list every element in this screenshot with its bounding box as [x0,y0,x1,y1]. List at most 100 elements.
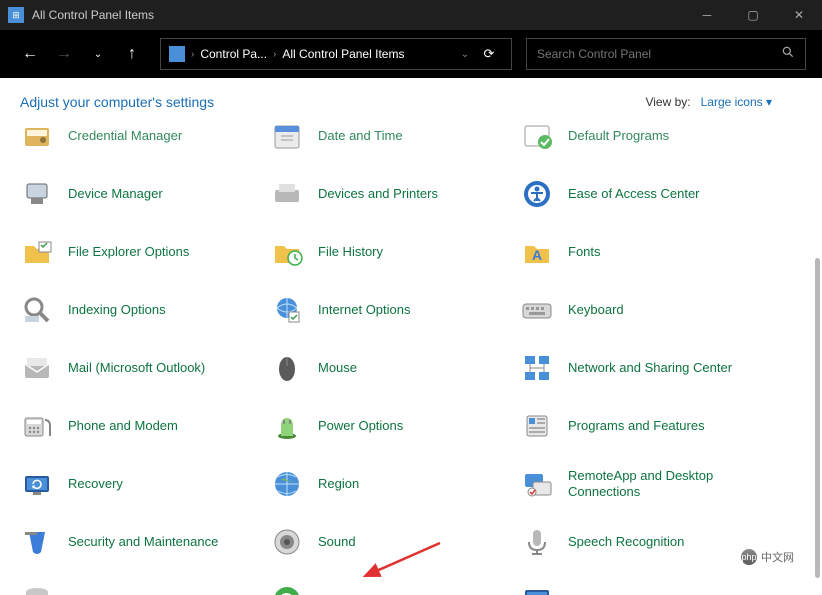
watermark: php 中文网 [735,547,800,567]
control-panel-item-datetime[interactable]: Date and Time [270,118,520,154]
default-programs-icon [520,119,554,153]
item-label: Recovery [68,476,123,492]
item-label: Sound [318,534,356,550]
refresh-button[interactable]: ⟳ [475,40,503,68]
content-header: Adjust your computer's settings View by:… [20,94,812,110]
search-box[interactable] [526,38,806,70]
item-label: Date and Time [318,128,403,144]
keyboard-icon [520,293,554,327]
sound-icon [270,525,304,559]
control-panel-item-device-manager[interactable]: Device Manager [20,176,270,212]
internet-icon [270,293,304,327]
file-explorer-icon [20,235,54,269]
chevron-right-icon[interactable]: › [191,49,194,60]
window-title: All Control Panel Items [32,8,684,22]
control-panel-icon [169,46,185,62]
item-label: Default Programs [568,128,669,144]
address-dropdown-icon[interactable]: ⌄ [461,49,469,60]
control-panel-item-mouse[interactable]: Mouse [270,350,520,386]
search-icon[interactable] [781,45,795,64]
item-label: Device Manager [68,186,163,202]
control-panel-item-default-programs[interactable]: Default Programs [520,118,770,154]
item-label: Network and Sharing Center [568,360,732,376]
control-panel-item-storage[interactable]: Storage Spaces [20,582,270,595]
item-label: Internet Options [318,302,411,318]
up-button[interactable]: ↑ [118,40,146,68]
control-panel-item-remoteapp[interactable]: RemoteApp and Desktop Connections [520,466,770,502]
scrollbar-thumb[interactable] [815,258,820,578]
control-panel-item-credential[interactable]: Credential Manager [20,118,270,154]
item-label: Keyboard [568,302,624,318]
power-icon [270,409,304,443]
minimize-button[interactable]: ─ [684,0,730,30]
control-panel-item-sync[interactable]: Sync Center [270,582,520,595]
sync-icon [270,583,304,595]
control-panel-item-network[interactable]: Network and Sharing Center [520,350,770,386]
mouse-icon [270,351,304,385]
control-panel-item-phone[interactable]: Phone and Modem [20,408,270,444]
storage-icon [20,583,54,595]
control-panel-item-file-explorer[interactable]: File Explorer Options [20,234,270,270]
maximize-button[interactable]: ▢ [730,0,776,30]
control-panel-item-system[interactable]: System [520,582,770,595]
network-icon [520,351,554,385]
chevron-right-icon[interactable]: › [273,49,276,60]
control-panel-item-region[interactable]: Region [270,466,520,502]
control-panel-item-devices-printers[interactable]: Devices and Printers [270,176,520,212]
fonts-icon [520,235,554,269]
control-panel-item-sound[interactable]: Sound [270,524,520,560]
credential-icon [20,119,54,153]
ease-access-icon [520,177,554,211]
control-panel-item-keyboard[interactable]: Keyboard [520,292,770,328]
breadcrumb-1[interactable]: Control Pa... [200,47,267,61]
search-input[interactable] [537,47,781,61]
control-panel-item-security[interactable]: Security and Maintenance [20,524,270,560]
item-label: Ease of Access Center [568,186,700,202]
control-panel-item-power[interactable]: Power Options [270,408,520,444]
item-label: Speech Recognition [568,534,684,550]
item-label: Phone and Modem [68,418,178,434]
control-panel-item-speech[interactable]: Speech Recognition [520,524,770,560]
control-panel-item-ease-access[interactable]: Ease of Access Center [520,176,770,212]
view-by: View by: Large icons ▾ [645,95,772,109]
watermark-text: 中文网 [761,549,794,565]
item-label: Mouse [318,360,357,376]
item-label: Mail (Microsoft Outlook) [68,360,205,376]
control-panel-item-programs[interactable]: Programs and Features [520,408,770,444]
item-label: File History [318,244,383,260]
navigation-bar: ← → ⌄ ↑ › Control Pa... › All Control Pa… [0,30,822,78]
phone-icon [20,409,54,443]
window-controls: ─ ▢ ✕ [684,0,822,30]
item-label: File Explorer Options [68,244,189,260]
speech-icon [520,525,554,559]
control-panel-item-indexing[interactable]: Indexing Options [20,292,270,328]
system-icon [520,583,554,595]
item-label: Region [318,476,359,492]
control-panel-item-fonts[interactable]: Fonts [520,234,770,270]
indexing-icon [20,293,54,327]
control-panel-item-recovery[interactable]: Recovery [20,466,270,502]
recent-dropdown[interactable]: ⌄ [84,40,112,68]
control-panel-item-mail[interactable]: Mail (Microsoft Outlook) [20,350,270,386]
item-label: RemoteApp and Desktop Connections [568,468,748,499]
control-panel-app-icon: ⊞ [8,7,24,23]
item-label: Fonts [568,244,601,260]
content-area: Adjust your computer's settings View by:… [0,78,822,595]
forward-button[interactable]: → [50,40,78,68]
item-label: Power Options [318,418,403,434]
control-panel-item-file-history[interactable]: File History [270,234,520,270]
close-button[interactable]: ✕ [776,0,822,30]
device-manager-icon [20,177,54,211]
item-label: Credential Manager [68,128,182,144]
view-by-label: View by: [645,95,690,109]
address-bar[interactable]: › Control Pa... › All Control Panel Item… [160,38,512,70]
back-button[interactable]: ← [16,40,44,68]
view-by-dropdown[interactable]: Large icons ▾ [701,95,772,109]
file-history-icon [270,235,304,269]
control-panel-item-internet[interactable]: Internet Options [270,292,520,328]
item-label: Indexing Options [68,302,166,318]
security-icon [20,525,54,559]
titlebar: ⊞ All Control Panel Items ─ ▢ ✕ [0,0,822,30]
items-grid: Credential Manager Date and Time Default P… [20,124,812,595]
breadcrumb-2[interactable]: All Control Panel Items [282,47,404,61]
